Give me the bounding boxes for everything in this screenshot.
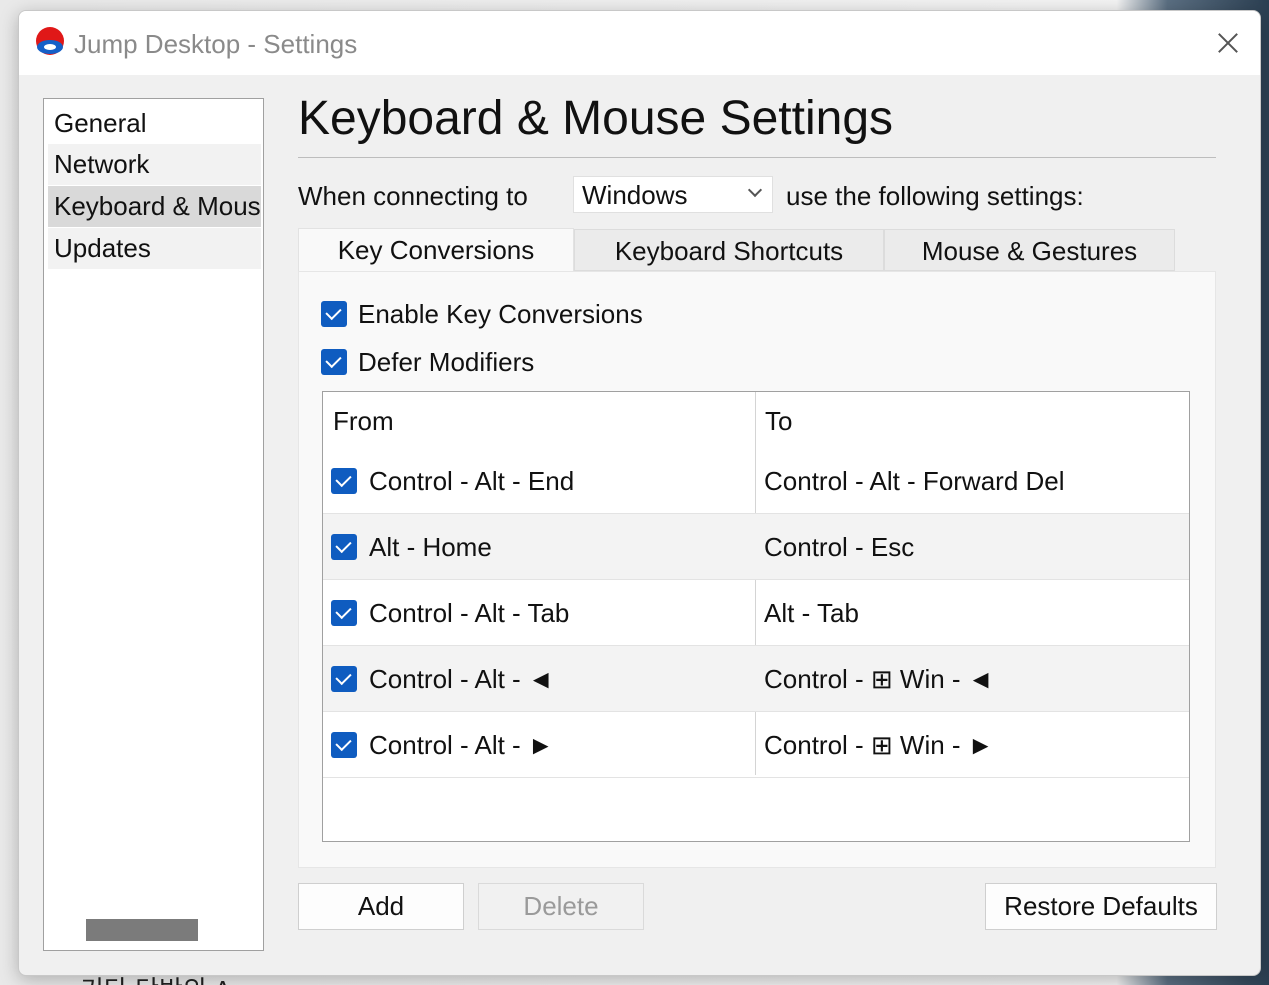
to-cell: Control - Alt - Forward Del bbox=[764, 465, 1065, 496]
row-checkbox[interactable] bbox=[331, 534, 357, 560]
tab-keyboard-shortcuts[interactable]: Keyboard Shortcuts bbox=[574, 229, 884, 271]
table-row[interactable]: Control - Alt - Tab Alt - Tab bbox=[323, 580, 1189, 646]
connecting-label: When connecting to bbox=[298, 181, 528, 211]
row-checkbox[interactable] bbox=[331, 732, 357, 758]
column-header-to[interactable]: To bbox=[765, 406, 792, 437]
row-checkbox[interactable] bbox=[331, 468, 357, 494]
table-row[interactable]: Control - Alt - ► Control - ⊞ Win - ► bbox=[323, 712, 1189, 778]
page-title: Keyboard & Mouse Settings bbox=[298, 92, 894, 145]
table-row[interactable]: Control - Alt - End Control - Alt - Forw… bbox=[323, 448, 1189, 514]
to-cell: Alt - Tab bbox=[764, 597, 859, 628]
to-cell: Control - ⊞ Win - ► bbox=[764, 729, 994, 760]
row-checkbox[interactable] bbox=[331, 600, 357, 626]
sidebar-item-general[interactable]: General bbox=[48, 103, 261, 144]
from-cell: Control - Alt - ► bbox=[331, 712, 554, 778]
sidebar-item-network[interactable]: Network bbox=[48, 144, 261, 185]
os-select[interactable]: Windows bbox=[573, 176, 773, 213]
window-title: Jump Desktop - Settings bbox=[74, 29, 358, 59]
connecting-suffix-label: use the following settings: bbox=[786, 181, 1084, 211]
defer-modifiers-checkbox[interactable]: Defer Modifiers bbox=[321, 345, 534, 379]
os-select-value: Windows bbox=[582, 180, 688, 210]
table-row[interactable]: Alt - Home Control - Esc bbox=[323, 514, 1189, 580]
to-cell: Control - ⊞ Win - ◄ bbox=[764, 663, 994, 694]
to-cell: Control - Esc bbox=[764, 531, 915, 562]
from-text: Control - Alt - End bbox=[369, 465, 575, 496]
delete-button[interactable]: Delete bbox=[478, 883, 644, 930]
sidebar-horizontal-scrollbar[interactable] bbox=[86, 919, 198, 941]
settings-sidebar: General Network Keyboard & Mouse Updates bbox=[43, 98, 264, 951]
enable-key-conversions-label: Enable Key Conversions bbox=[358, 298, 643, 329]
settings-window: Jump Desktop - Settings General Network … bbox=[18, 10, 1261, 976]
table-row[interactable]: Control - Alt - ◄ Control - ⊞ Win - ◄ bbox=[323, 646, 1189, 712]
column-header-from[interactable]: From bbox=[333, 406, 394, 437]
defer-modifiers-label: Defer Modifiers bbox=[358, 346, 535, 377]
tab-mouse-gestures[interactable]: Mouse & Gestures bbox=[884, 229, 1175, 271]
checkbox-checked-icon[interactable] bbox=[321, 301, 347, 327]
from-cell: Control - Alt - ◄ bbox=[331, 646, 554, 712]
key-conversions-table: From To Control - Alt - End Control - Al… bbox=[322, 391, 1190, 842]
tab-key-conversions[interactable]: Key Conversions bbox=[298, 228, 574, 272]
row-checkbox[interactable] bbox=[331, 666, 357, 692]
chevron-down-icon bbox=[747, 182, 763, 198]
from-cell: Alt - Home bbox=[331, 514, 492, 580]
title-bar: Jump Desktop - Settings bbox=[19, 11, 1260, 75]
title-divider bbox=[298, 157, 1216, 158]
jump-desktop-logo-icon bbox=[36, 27, 64, 55]
from-text: Control - Alt - ◄ bbox=[369, 663, 554, 694]
sidebar-item-keyboard-mouse[interactable]: Keyboard & Mouse bbox=[48, 186, 261, 227]
enable-key-conversions-checkbox[interactable]: Enable Key Conversions bbox=[321, 297, 643, 331]
from-cell: Control - Alt - End bbox=[331, 448, 574, 514]
from-text: Control - Alt - ► bbox=[369, 729, 554, 760]
from-text: Alt - Home bbox=[369, 531, 492, 562]
from-cell: Control - Alt - Tab bbox=[331, 580, 569, 646]
add-button[interactable]: Add bbox=[298, 883, 464, 930]
sidebar-item-updates[interactable]: Updates bbox=[48, 228, 261, 269]
checkbox-checked-icon[interactable] bbox=[321, 349, 347, 375]
key-conversions-panel: Enable Key Conversions Defer Modifiers F… bbox=[298, 271, 1216, 868]
from-text: Control - Alt - Tab bbox=[369, 597, 570, 628]
close-icon[interactable] bbox=[1210, 25, 1246, 61]
restore-defaults-button[interactable]: Restore Defaults bbox=[985, 883, 1217, 930]
